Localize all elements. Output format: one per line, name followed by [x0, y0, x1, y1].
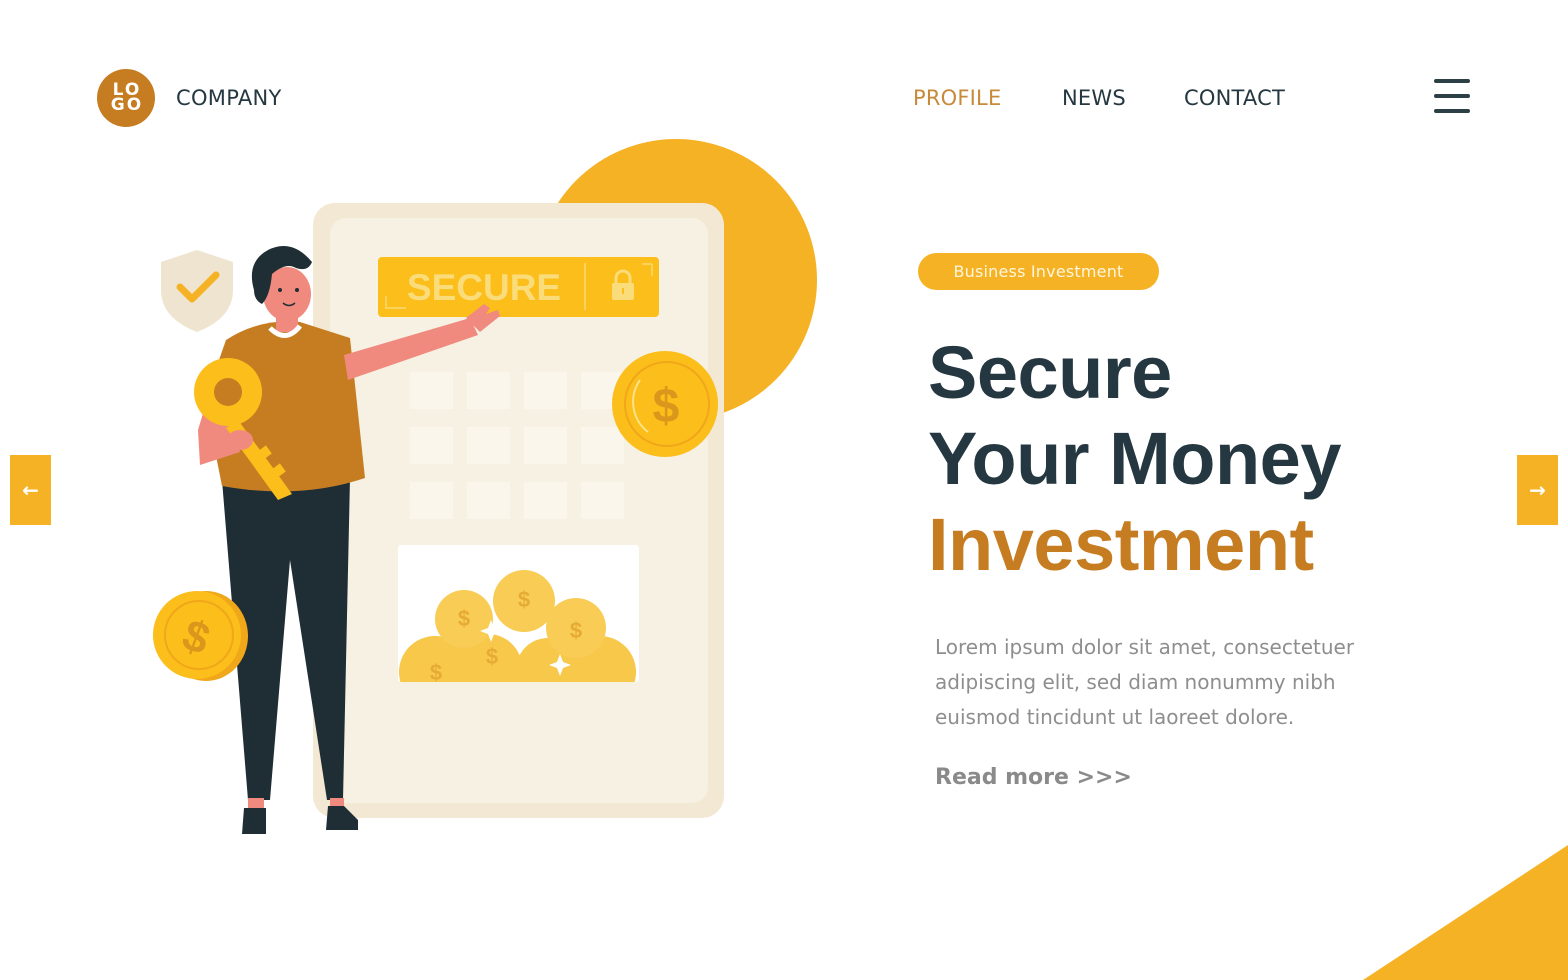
menu-bar [1434, 79, 1470, 83]
secure-banner: SECURE [378, 257, 659, 317]
title-line-3: Investment [928, 503, 1314, 586]
read-more-link[interactable]: Read more >>> [935, 765, 1132, 790]
title-line-1: Secure [928, 331, 1172, 414]
hero-description: Lorem ipsum dolor sit amet, consectetuer… [935, 635, 1355, 729]
dollar-icon: $ [518, 587, 530, 612]
arrow-right-icon: → [1529, 478, 1546, 502]
dollar-icon: $ [570, 618, 582, 643]
menu-bar [1434, 94, 1470, 98]
hamburger-menu-icon[interactable] [1432, 78, 1472, 114]
secure-label: SECURE [407, 267, 561, 308]
dollar-icon: $ [486, 644, 498, 669]
dollar-icon: $ [430, 660, 442, 685]
shield-check-icon [161, 250, 233, 332]
dollar-icon: $ [653, 380, 680, 433]
nav-news[interactable]: NEWS [1062, 86, 1126, 110]
coin-right: $ [612, 351, 718, 457]
title-line-2: Your Money [928, 417, 1341, 500]
coin-left: $ [153, 591, 248, 681]
hero-illustration: SECURE $ $ $ $ $ $ $ [153, 139, 817, 834]
nav-contact[interactable]: CONTACT [1184, 86, 1285, 110]
nav-profile[interactable]: PROFILE [913, 86, 1001, 110]
next-slide-button[interactable]: → [1517, 455, 1558, 525]
menu-bar [1434, 109, 1470, 113]
dollar-icon: $ [458, 606, 470, 631]
category-badge: Business Investment [918, 253, 1159, 290]
corner-triangle-decoration [1363, 845, 1568, 980]
hero-title: Secure Your Money Investment [928, 330, 1341, 588]
